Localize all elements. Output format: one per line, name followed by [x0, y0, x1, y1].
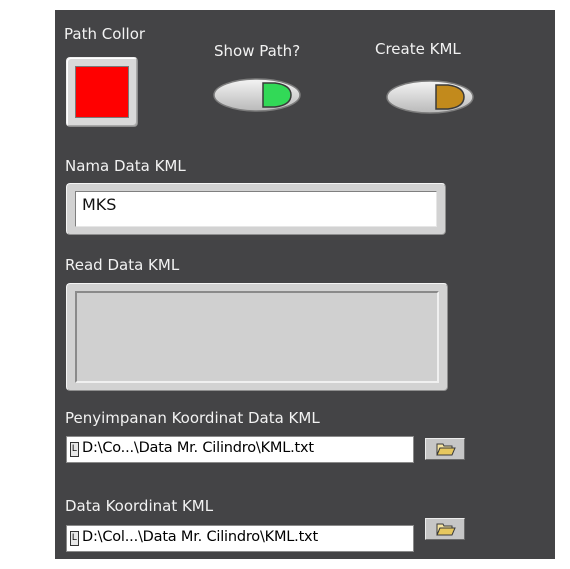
- penyimpanan-browse-button[interactable]: [425, 438, 465, 460]
- create-kml-label: Create KML: [375, 40, 461, 58]
- read-data-kml-field: [66, 283, 448, 391]
- show-path-label: Show Path?: [214, 42, 301, 60]
- nama-data-kml-field[interactable]: MKS: [66, 183, 446, 235]
- data-koordinat-browse-button[interactable]: [425, 518, 465, 540]
- nama-data-kml-input[interactable]: MKS: [75, 191, 437, 227]
- penyimpanan-label: Penyimpanan Koordinat Data KML: [65, 409, 320, 427]
- penyimpanan-path-input[interactable]: L D:\Co...\Data Mr. Cilindro\KML.txt: [66, 436, 414, 463]
- show-path-button[interactable]: [213, 77, 303, 113]
- create-kml-button[interactable]: [386, 79, 476, 115]
- show-path-led-icon: [262, 82, 292, 108]
- nama-data-kml-label: Nama Data KML: [65, 157, 186, 175]
- path-color-swatch: [75, 66, 129, 118]
- path-type-icon: L: [70, 442, 79, 457]
- path-color-box[interactable]: [66, 57, 138, 127]
- penyimpanan-path-value: D:\Co...\Data Mr. Cilindro\KML.txt: [82, 440, 314, 456]
- read-data-kml-label: Read Data KML: [65, 256, 180, 274]
- data-koordinat-path-value: D:\Col...\Data Mr. Cilindro\KML.txt: [82, 529, 318, 545]
- data-koordinat-label: Data Koordinat KML: [65, 497, 214, 515]
- read-data-kml-display: [75, 291, 439, 383]
- path-type-icon: L: [70, 531, 79, 546]
- folder-open-icon: [436, 443, 456, 456]
- nama-data-kml-value: MKS: [82, 195, 117, 214]
- path-color-label: Path Collor: [64, 25, 146, 43]
- data-koordinat-path-input[interactable]: L D:\Col...\Data Mr. Cilindro\KML.txt: [66, 525, 414, 552]
- folder-open-icon: [436, 523, 456, 536]
- create-kml-led-icon: [435, 84, 465, 110]
